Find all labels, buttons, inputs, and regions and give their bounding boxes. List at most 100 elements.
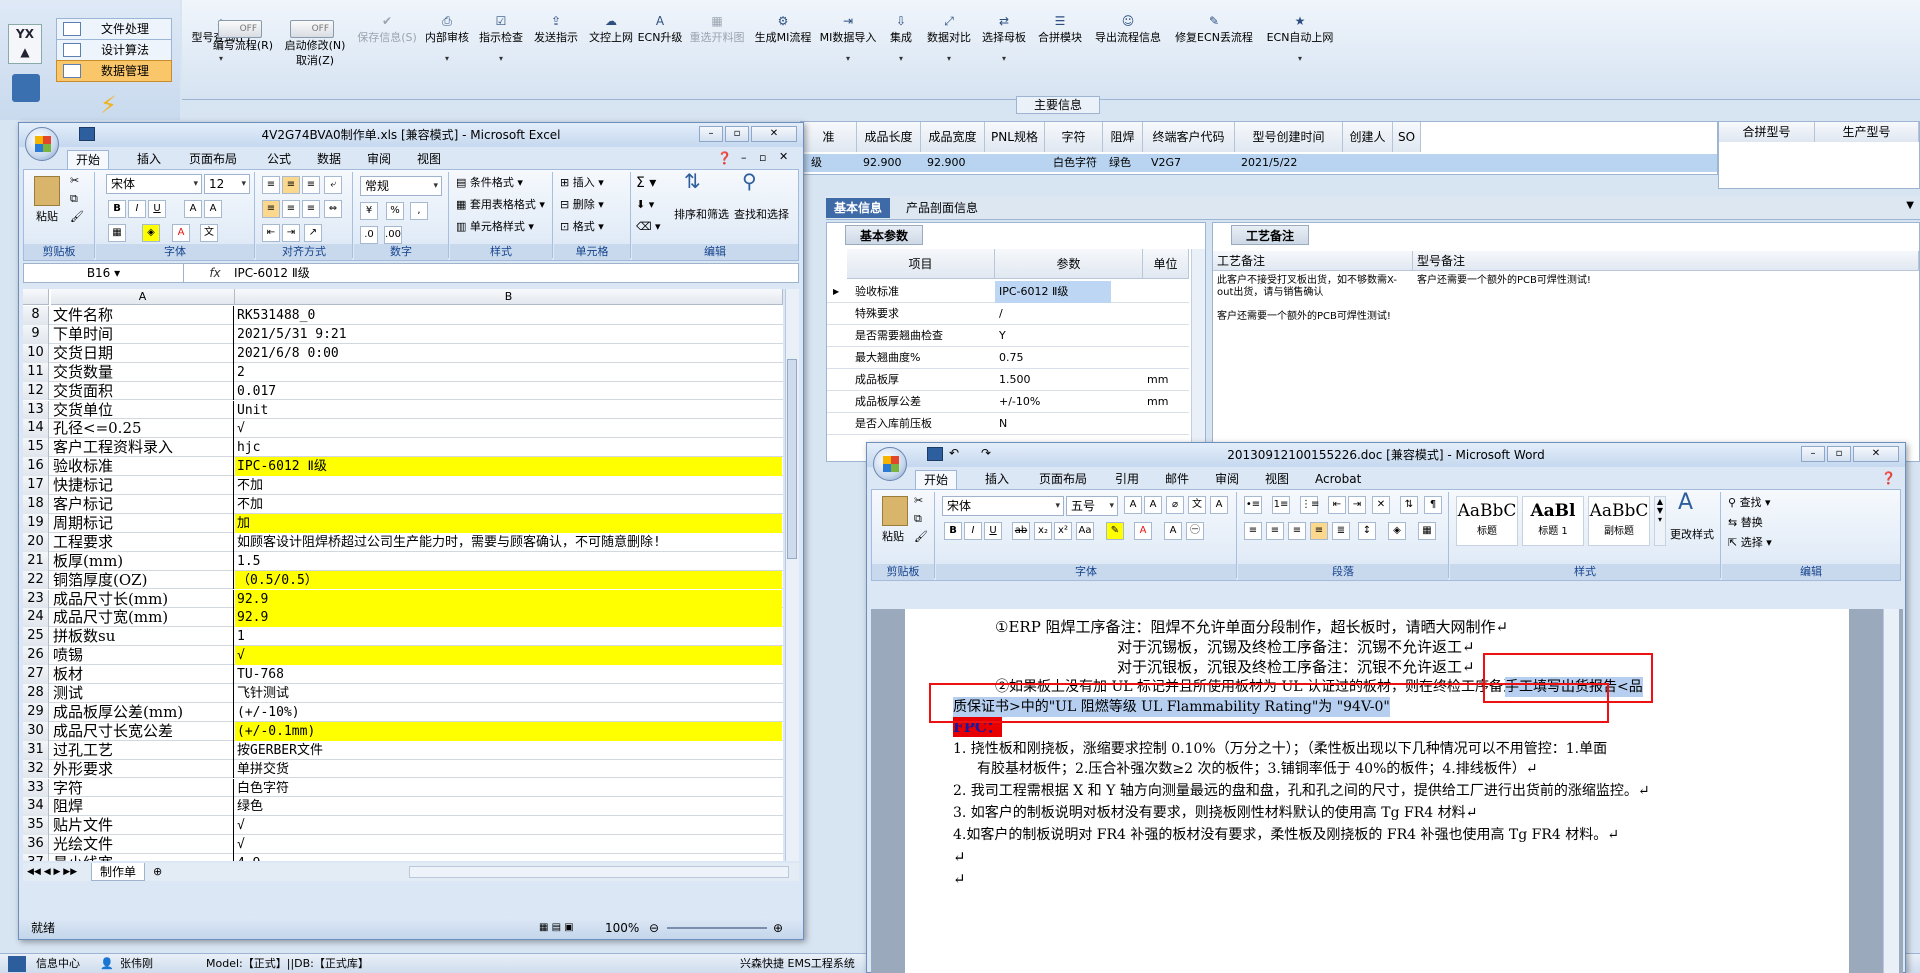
table-row[interactable]: 18 客户标记 不加 — [23, 495, 783, 514]
row-number[interactable]: 27 — [23, 665, 49, 684]
cell-a[interactable]: 成品尺寸长(mm) — [51, 589, 234, 609]
cell-b[interactable]: 0.017 — [235, 382, 782, 401]
percent-icon[interactable]: % — [386, 202, 404, 220]
cell-b[interactable]: 飞针测试 — [235, 684, 782, 703]
row-number[interactable]: 15 — [23, 438, 49, 458]
cell-a[interactable]: 过孔工艺 — [51, 740, 234, 760]
align-left-icon[interactable]: ≡ — [262, 200, 280, 218]
column-header-b[interactable]: B — [235, 289, 783, 305]
zoom-slider[interactable] — [667, 927, 767, 929]
decrease-decimal-icon[interactable]: .00 — [384, 226, 402, 244]
save-info-button[interactable]: ✔ 保存信息(S) — [352, 14, 422, 45]
row-number[interactable]: 17 — [23, 476, 49, 495]
table-row[interactable]: 16 验收标准 IPC-6012 Ⅱ级 — [23, 457, 783, 477]
document-page[interactable]: ①ERP 阻焊工序备注：阻焊不允许单面分段制作，超长板时，请晒大网制作↵ 对于沉… — [905, 609, 1849, 973]
clear-icon[interactable]: ⌫ ▾ — [636, 220, 661, 234]
strikethrough-icon[interactable]: ab — [1012, 522, 1030, 540]
row-number[interactable]: 22 — [23, 570, 49, 590]
cell-b[interactable]: 不加 — [235, 476, 782, 495]
table-row[interactable]: 30 成品尺寸长宽公差 (+/-0.1mm) — [23, 721, 783, 741]
row-number[interactable]: 26 — [23, 646, 49, 666]
align-left-icon[interactable]: ≡ — [1244, 522, 1262, 540]
row-number[interactable]: 21 — [23, 551, 49, 571]
row-number[interactable]: 23 — [23, 589, 49, 609]
table-row[interactable]: 14 孔径<=0.25 √ — [23, 419, 783, 439]
cell-b[interactable]: 如顾客设计阻焊桥超过公司生产能力时，需要与顾客确认，不可随意删除! — [235, 533, 782, 552]
numbering-icon[interactable]: 1≡ — [1272, 496, 1290, 514]
cell-b[interactable]: 白色字符 — [235, 779, 782, 798]
cell-a[interactable]: 测试 — [51, 684, 234, 703]
style-subtitle[interactable]: AaBbC 副标题 — [1588, 496, 1650, 546]
copy-icon[interactable]: ⧉ — [914, 512, 922, 526]
tab-insert[interactable]: 插入 — [977, 470, 1017, 489]
tab-basic-info[interactable]: 基本信息 — [826, 198, 891, 218]
tab-review[interactable]: 审阅 — [1207, 470, 1247, 489]
nav-design-algorithm[interactable]: 设计算法 — [56, 39, 172, 61]
grid-header[interactable]: PNL规格 — [985, 122, 1045, 152]
enclose-char-icon[interactable]: ㊀ — [1186, 522, 1204, 540]
insert-cells-button[interactable]: ⊞ 插入 ▾ — [560, 176, 604, 190]
select-all-corner[interactable] — [23, 289, 49, 305]
table-row[interactable]: 13 交货单位 Unit — [23, 400, 783, 420]
cell-b[interactable]: 92.9 — [235, 589, 782, 609]
cell-a[interactable]: 交货数量 — [51, 362, 234, 382]
table-row[interactable]: 27 板材 TU-768 — [23, 665, 783, 684]
row-number[interactable]: 34 — [23, 797, 49, 817]
repair-ecn-flow-button[interactable]: ✎ 修复ECN丢流程 — [1168, 14, 1260, 45]
table-row[interactable]: 29 成品板厚公差(mm) (+/-10%) — [23, 702, 783, 722]
cell-b[interactable]: 92.9 — [235, 608, 782, 628]
superscript-icon[interactable]: x² — [1054, 522, 1072, 540]
grid-header[interactable]: 型号创建时间 — [1235, 122, 1343, 152]
mini-minimize-icon[interactable]: – — [741, 151, 747, 164]
table-row[interactable]: 19 周期标记加 — [23, 513, 783, 533]
paste-button[interactable]: 粘贴 — [882, 530, 904, 544]
param-row[interactable]: 最大翘曲度% 0.75 — [827, 347, 1189, 369]
save-icon[interactable] — [927, 447, 943, 461]
model-note-text[interactable]: 客户还需要一个额外的PCB可焊性测试! — [1417, 275, 1897, 287]
style-heading-1[interactable]: AaBl 标题 1 — [1522, 496, 1584, 546]
calculator-icon[interactable] — [12, 74, 40, 102]
cell-b[interactable]: 2021/5/31 9:21 — [235, 325, 782, 344]
cell-a[interactable]: 贴片文件 — [51, 816, 234, 836]
char-shading-icon[interactable]: A — [1164, 522, 1182, 540]
cell-a[interactable]: 交货单位 — [51, 400, 234, 420]
cell-b[interactable]: 不加 — [235, 495, 782, 514]
cell-a[interactable]: 最小线宽 — [51, 854, 234, 861]
grow-font-icon[interactable]: A — [184, 200, 202, 218]
tab-formulas[interactable]: 公式 — [259, 150, 299, 169]
param-row[interactable]: 成品板厚公差 +/-10% mm — [827, 391, 1189, 413]
internal-review-button[interactable]: ⎙ 内部审核 ▾ — [420, 14, 474, 66]
office-button[interactable] — [25, 127, 59, 161]
name-box[interactable]: B16 ▾ — [24, 264, 184, 282]
minimize-button[interactable]: – — [1801, 446, 1825, 462]
row-number[interactable]: 37 — [23, 854, 49, 861]
align-center-icon[interactable]: ≡ — [1266, 522, 1284, 540]
param-row[interactable]: 是否需要翘曲检查 Y — [827, 325, 1189, 347]
integrate-button[interactable]: ⇩ 集成 ▾ — [880, 14, 922, 66]
wrap-text-icon[interactable]: ⤶ — [324, 176, 342, 194]
cell-a[interactable]: 交货日期 — [51, 343, 234, 363]
cell-b[interactable]: （0.5/0.5） — [235, 570, 782, 590]
tab-references[interactable]: 引用 — [1107, 470, 1147, 489]
cell-b[interactable]: 加 — [235, 513, 782, 533]
table-row[interactable]: 37最小线宽4.9 — [23, 854, 783, 861]
increase-indent-icon[interactable]: ⇥ — [1348, 496, 1366, 514]
char-border-icon[interactable]: A — [1210, 496, 1228, 514]
row-number[interactable]: 24 — [23, 608, 49, 628]
cut-icon[interactable]: ✂ — [914, 494, 923, 508]
maximize-button[interactable]: ▫ — [725, 126, 749, 142]
multilevel-list-icon[interactable]: ⋮≡ — [1300, 496, 1319, 514]
row-number[interactable]: 20 — [23, 532, 49, 552]
cell-a[interactable]: 客户标记 — [51, 495, 234, 514]
instruction-check-button[interactable]: ☑ 指示检查 ▾ — [474, 14, 528, 66]
cell-a[interactable]: 外形要求 — [51, 759, 234, 779]
table-row[interactable]: 25 拼板数su 1 — [23, 627, 783, 647]
table-row[interactable]: 21 板厚(mm) 1.5 — [23, 551, 783, 571]
bold-icon[interactable]: B — [108, 200, 126, 218]
table-row[interactable]: 26 喷锡 √ — [23, 646, 783, 666]
merge-module-button[interactable]: ☰ 合拼模块 — [1032, 14, 1088, 45]
cell-a[interactable]: 阻焊 — [51, 797, 234, 817]
cell-b[interactable]: TU-768 — [235, 665, 782, 684]
style-title[interactable]: AaBbC 标题 — [1456, 496, 1518, 546]
cell-b[interactable]: (+/-10%) — [235, 703, 782, 722]
